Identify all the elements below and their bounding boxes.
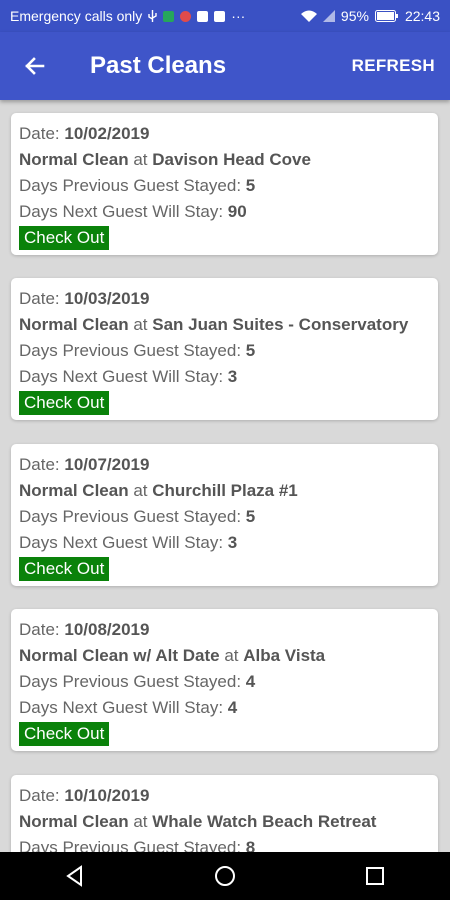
arrow-back-icon xyxy=(25,57,45,75)
prev-stay-line: Days Previous Guest Stayed: 5 xyxy=(19,176,256,195)
next-stay-line: Days Next Guest Will Stay: 4 xyxy=(19,698,238,717)
clean-location: Churchill Plaza #1 xyxy=(152,481,298,500)
date-line: Date: 10/03/2019 xyxy=(19,289,150,308)
next-days: 3 xyxy=(227,367,238,386)
clean-title-line: Normal Clean at Churchill Plaza #1 xyxy=(19,481,298,500)
prev-days: 5 xyxy=(245,341,256,360)
prev-stay-line: Days Previous Guest Stayed: 5 xyxy=(19,341,256,360)
facebook-icon xyxy=(214,10,226,22)
page-title: Past Cleans xyxy=(90,52,227,79)
date-line: Date: 10/08/2019 xyxy=(19,620,150,639)
battery-percent: 95% xyxy=(340,8,369,24)
clean-card: Date: 10/10/2019 Normal Clean at Whale W… xyxy=(11,775,438,852)
battery-icon xyxy=(374,10,398,22)
prev-days: 5 xyxy=(245,507,256,526)
navigation-bar xyxy=(0,852,450,900)
clean-card: Date: 10/03/2019 Normal Clean at San Jua… xyxy=(11,278,438,420)
clean-date: 10/10/2019 xyxy=(64,786,150,805)
prev-stay-line: Days Previous Guest Stayed: 5 xyxy=(19,507,256,526)
status-left: Emergency calls only ··· xyxy=(10,8,245,24)
back-button[interactable] xyxy=(0,32,70,100)
nav-back-button[interactable] xyxy=(45,852,105,900)
clean-title-line: Normal Clean w/ Alt Date at Alba Vista xyxy=(19,646,326,665)
wifi-icon xyxy=(300,10,317,22)
clean-date: 10/07/2019 xyxy=(64,455,150,474)
youtube-icon xyxy=(197,10,209,22)
status-right: 95% 22:43 xyxy=(300,8,440,24)
clean-card: Date: 10/08/2019 Normal Clean w/ Alt Dat… xyxy=(11,609,438,751)
clean-title-line: Normal Clean at San Juan Suites - Conser… xyxy=(19,315,409,334)
next-days: 4 xyxy=(227,698,238,717)
prev-days: 4 xyxy=(245,672,256,691)
more-notifications-icon: ··· xyxy=(231,8,246,24)
prev-days: 8 xyxy=(245,838,256,852)
square-recents-icon xyxy=(366,867,384,885)
prev-days: 5 xyxy=(245,176,256,195)
triangle-back-icon xyxy=(66,865,82,887)
carrier-text: Emergency calls only xyxy=(10,8,143,24)
clean-card: Date: 10/07/2019 Normal Clean at Churchi… xyxy=(11,444,438,586)
check-out-button[interactable]: Check Out xyxy=(19,557,110,581)
signal-icon xyxy=(322,10,335,22)
clean-date: 10/03/2019 xyxy=(64,289,150,308)
check-out-button[interactable]: Check Out xyxy=(19,722,110,746)
clean-location: Whale Watch Beach Retreat xyxy=(152,812,377,831)
clean-location: Alba Vista xyxy=(243,646,326,665)
clean-location: San Juan Suites - Conservatory xyxy=(152,315,409,334)
status-bar: Emergency calls only ··· 95% 22:43 xyxy=(0,0,450,32)
clock: 22:43 xyxy=(404,8,440,24)
clean-type: Normal Clean xyxy=(19,481,129,500)
clean-type: Normal Clean xyxy=(19,812,129,831)
next-stay-line: Days Next Guest Will Stay: 3 xyxy=(19,367,238,386)
prev-stay-line: Days Previous Guest Stayed: 8 xyxy=(19,835,430,852)
circle-home-icon xyxy=(215,866,235,886)
message-app-icon xyxy=(163,10,175,22)
clean-date: 10/02/2019 xyxy=(64,124,150,143)
cleans-list[interactable]: Date: 10/02/2019 Normal Clean at Davison… xyxy=(0,100,450,852)
date-line: Date: 10/02/2019 xyxy=(19,124,150,143)
clean-type: Normal Clean xyxy=(19,315,129,334)
clean-title-line: Normal Clean at Whale Watch Beach Retrea… xyxy=(19,812,377,831)
clean-date: 10/08/2019 xyxy=(64,620,150,639)
next-days: 3 xyxy=(227,533,238,552)
clean-location: Davison Head Cove xyxy=(152,150,311,169)
next-days: 90 xyxy=(227,202,247,221)
next-stay-line: Days Next Guest Will Stay: 3 xyxy=(19,533,238,552)
next-stay-line: Days Next Guest Will Stay: 90 xyxy=(19,202,247,221)
usb-icon xyxy=(148,9,157,22)
date-line: Date: 10/07/2019 xyxy=(19,455,150,474)
nav-recents-button[interactable] xyxy=(345,852,405,900)
check-out-button[interactable]: Check Out xyxy=(19,226,110,250)
clean-title-line: Normal Clean at Davison Head Cove xyxy=(19,150,311,169)
media-app-icon xyxy=(180,10,192,22)
app-bar: Past Cleans REFRESH xyxy=(0,32,450,100)
check-out-button[interactable]: Check Out xyxy=(19,391,110,415)
clean-card: Date: 10/02/2019 Normal Clean at Davison… xyxy=(11,113,438,255)
clean-type: Normal Clean w/ Alt Date xyxy=(19,646,220,665)
date-line: Date: 10/10/2019 xyxy=(19,786,150,805)
prev-stay-line: Days Previous Guest Stayed: 4 xyxy=(19,672,256,691)
refresh-button[interactable]: REFRESH xyxy=(352,56,435,76)
clean-type: Normal Clean xyxy=(19,150,129,169)
nav-home-button[interactable] xyxy=(195,852,255,900)
